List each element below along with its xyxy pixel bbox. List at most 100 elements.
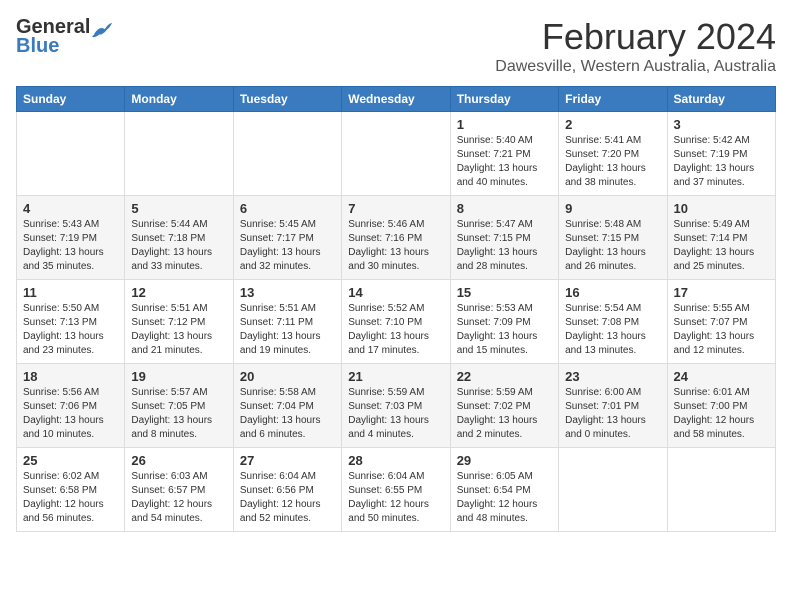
day-info: Sunrise: 5:50 AM Sunset: 7:13 PM Dayligh… xyxy=(23,302,118,358)
calendar-week-row: 11 Sunrise: 5:50 AM Sunset: 7:13 PM Dayli… xyxy=(17,280,776,364)
calendar-week-row: 18 Sunrise: 5:56 AM Sunset: 7:06 PM Dayli… xyxy=(17,364,776,448)
calendar-week-row: 25 Sunrise: 6:02 AM Sunset: 6:58 PM Dayli… xyxy=(17,448,776,532)
calendar-cell: 2 Sunrise: 5:41 AM Sunset: 7:20 PM Daylig… xyxy=(559,112,667,196)
calendar-cell: 8 Sunrise: 5:47 AM Sunset: 7:15 PM Daylig… xyxy=(450,196,558,280)
calendar-cell: 16Sunrise: 5:54 AM Sunset: 7:08 PM Dayli… xyxy=(559,280,667,364)
calendar-cell: 6 Sunrise: 5:45 AM Sunset: 7:17 PM Daylig… xyxy=(233,196,341,280)
day-number: 23 xyxy=(565,369,660,384)
calendar-cell xyxy=(125,112,233,196)
weekday-header-thursday: Thursday xyxy=(450,87,558,112)
calendar-cell: 12 Sunrise: 5:51 AM Sunset: 7:12 PM Dayli… xyxy=(125,280,233,364)
day-info: Sunrise: 5:51 AM Sunset: 7:12 PM Dayligh… xyxy=(131,302,226,358)
day-number: 29 xyxy=(457,453,552,468)
day-number: 26 xyxy=(131,453,226,468)
calendar-cell: 15Sunrise: 5:53 AM Sunset: 7:09 PM Dayli… xyxy=(450,280,558,364)
calendar-cell: 19 Sunrise: 5:57 AM Sunset: 7:05 PM Dayli… xyxy=(125,364,233,448)
title-area: February 2024 Dawesville, Western Austra… xyxy=(495,16,776,76)
day-info: Sunrise: 5:54 AM Sunset: 7:08 PM Dayligh… xyxy=(565,302,660,358)
day-number: 14 xyxy=(348,285,443,300)
calendar-cell: 22 Sunrise: 5:59 AM Sunset: 7:02 PM Dayli… xyxy=(450,364,558,448)
calendar-cell xyxy=(17,112,125,196)
calendar-cell: 1Sunrise: 5:40 AM Sunset: 7:21 PM Daylig… xyxy=(450,112,558,196)
calendar-cell: 20 Sunrise: 5:58 AM Sunset: 7:04 PM Dayli… xyxy=(233,364,341,448)
calendar-cell: 24 Sunrise: 6:01 AM Sunset: 7:00 PM Dayli… xyxy=(667,364,775,448)
day-number: 11 xyxy=(23,285,118,300)
day-info: Sunrise: 5:47 AM Sunset: 7:15 PM Dayligh… xyxy=(457,218,552,274)
weekday-header-friday: Friday xyxy=(559,87,667,112)
logo: General Blue xyxy=(16,16,112,58)
day-info: Sunrise: 5:51 AM Sunset: 7:11 PM Dayligh… xyxy=(240,302,335,358)
calendar-cell: 23 Sunrise: 6:00 AM Sunset: 7:01 PM Dayli… xyxy=(559,364,667,448)
page-header: General Blue February 2024 Dawesville, W… xyxy=(16,16,776,76)
day-number: 21 xyxy=(348,369,443,384)
day-number: 2 xyxy=(565,117,660,132)
day-number: 5 xyxy=(131,201,226,216)
calendar-cell: 26 Sunrise: 6:03 AM Sunset: 6:57 PM Dayli… xyxy=(125,448,233,532)
calendar-cell: 11 Sunrise: 5:50 AM Sunset: 7:13 PM Dayli… xyxy=(17,280,125,364)
calendar-cell: 10 Sunrise: 5:49 AM Sunset: 7:14 PM Dayli… xyxy=(667,196,775,280)
calendar-cell: 4 Sunrise: 5:43 AM Sunset: 7:19 PM Daylig… xyxy=(17,196,125,280)
day-info: Sunrise: 5:59 AM Sunset: 7:02 PM Dayligh… xyxy=(457,386,552,442)
day-info: Sunrise: 5:40 AM Sunset: 7:21 PM Dayligh… xyxy=(457,134,552,190)
day-number: 27 xyxy=(240,453,335,468)
day-number: 20 xyxy=(240,369,335,384)
day-info: Sunrise: 5:58 AM Sunset: 7:04 PM Dayligh… xyxy=(240,386,335,442)
logo-blue-text: Blue xyxy=(16,35,59,58)
calendar-cell xyxy=(559,448,667,532)
day-info: Sunrise: 6:03 AM Sunset: 6:57 PM Dayligh… xyxy=(131,470,226,526)
day-info: Sunrise: 6:00 AM Sunset: 7:01 PM Dayligh… xyxy=(565,386,660,442)
weekday-header-sunday: Sunday xyxy=(17,87,125,112)
weekday-header-tuesday: Tuesday xyxy=(233,87,341,112)
day-info: Sunrise: 5:48 AM Sunset: 7:15 PM Dayligh… xyxy=(565,218,660,274)
day-number: 8 xyxy=(457,201,552,216)
day-number: 19 xyxy=(131,369,226,384)
day-number: 10 xyxy=(674,201,769,216)
day-info: Sunrise: 5:55 AM Sunset: 7:07 PM Dayligh… xyxy=(674,302,769,358)
day-number: 28 xyxy=(348,453,443,468)
day-number: 25 xyxy=(23,453,118,468)
day-number: 17 xyxy=(674,285,769,300)
day-number: 15 xyxy=(457,285,552,300)
location-subtitle: Dawesville, Western Australia, Australia xyxy=(495,58,776,76)
calendar-cell: 7 Sunrise: 5:46 AM Sunset: 7:16 PM Daylig… xyxy=(342,196,450,280)
day-info: Sunrise: 6:01 AM Sunset: 7:00 PM Dayligh… xyxy=(674,386,769,442)
day-info: Sunrise: 6:04 AM Sunset: 6:56 PM Dayligh… xyxy=(240,470,335,526)
calendar-cell: 25 Sunrise: 6:02 AM Sunset: 6:58 PM Dayli… xyxy=(17,448,125,532)
calendar-cell: 21 Sunrise: 5:59 AM Sunset: 7:03 PM Dayli… xyxy=(342,364,450,448)
day-info: Sunrise: 5:59 AM Sunset: 7:03 PM Dayligh… xyxy=(348,386,443,442)
calendar-table: SundayMondayTuesdayWednesdayThursdayFrid… xyxy=(16,86,776,532)
weekday-header-saturday: Saturday xyxy=(667,87,775,112)
calendar-cell: 17 Sunrise: 5:55 AM Sunset: 7:07 PM Dayli… xyxy=(667,280,775,364)
day-info: Sunrise: 6:02 AM Sunset: 6:58 PM Dayligh… xyxy=(23,470,118,526)
calendar-cell: 3Sunrise: 5:42 AM Sunset: 7:19 PM Daylig… xyxy=(667,112,775,196)
calendar-cell: 29 Sunrise: 6:05 AM Sunset: 6:54 PM Dayli… xyxy=(450,448,558,532)
logo-bird-icon xyxy=(92,21,112,39)
day-number: 4 xyxy=(23,201,118,216)
calendar-week-row: 1Sunrise: 5:40 AM Sunset: 7:21 PM Daylig… xyxy=(17,112,776,196)
calendar-cell: 14Sunrise: 5:52 AM Sunset: 7:10 PM Dayli… xyxy=(342,280,450,364)
day-number: 12 xyxy=(131,285,226,300)
day-info: Sunrise: 5:45 AM Sunset: 7:17 PM Dayligh… xyxy=(240,218,335,274)
day-info: Sunrise: 5:49 AM Sunset: 7:14 PM Dayligh… xyxy=(674,218,769,274)
day-number: 24 xyxy=(674,369,769,384)
day-info: Sunrise: 5:42 AM Sunset: 7:19 PM Dayligh… xyxy=(674,134,769,190)
calendar-cell: 27 Sunrise: 6:04 AM Sunset: 6:56 PM Dayli… xyxy=(233,448,341,532)
calendar-cell: 18 Sunrise: 5:56 AM Sunset: 7:06 PM Dayli… xyxy=(17,364,125,448)
day-number: 6 xyxy=(240,201,335,216)
day-number: 7 xyxy=(348,201,443,216)
day-info: Sunrise: 5:57 AM Sunset: 7:05 PM Dayligh… xyxy=(131,386,226,442)
calendar-cell: 5Sunrise: 5:44 AM Sunset: 7:18 PM Daylig… xyxy=(125,196,233,280)
calendar-header-row: SundayMondayTuesdayWednesdayThursdayFrid… xyxy=(17,87,776,112)
weekday-header-wednesday: Wednesday xyxy=(342,87,450,112)
day-number: 13 xyxy=(240,285,335,300)
calendar-cell xyxy=(342,112,450,196)
calendar-cell xyxy=(233,112,341,196)
day-number: 22 xyxy=(457,369,552,384)
day-info: Sunrise: 5:46 AM Sunset: 7:16 PM Dayligh… xyxy=(348,218,443,274)
day-number: 18 xyxy=(23,369,118,384)
day-info: Sunrise: 6:04 AM Sunset: 6:55 PM Dayligh… xyxy=(348,470,443,526)
day-info: Sunrise: 5:43 AM Sunset: 7:19 PM Dayligh… xyxy=(23,218,118,274)
day-info: Sunrise: 5:41 AM Sunset: 7:20 PM Dayligh… xyxy=(565,134,660,190)
day-info: Sunrise: 5:56 AM Sunset: 7:06 PM Dayligh… xyxy=(23,386,118,442)
day-info: Sunrise: 6:05 AM Sunset: 6:54 PM Dayligh… xyxy=(457,470,552,526)
